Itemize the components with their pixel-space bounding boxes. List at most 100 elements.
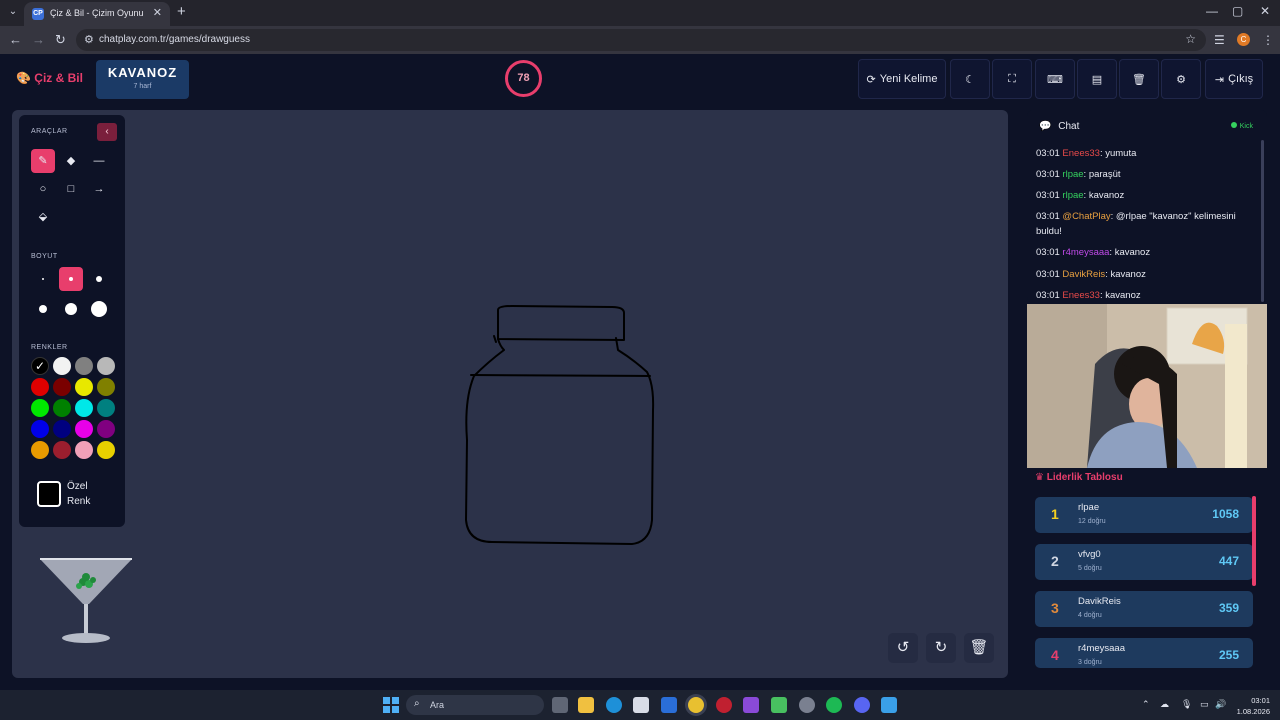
- color-swatch[interactable]: [53, 399, 71, 417]
- clock-time: 03:01: [1251, 696, 1270, 705]
- file-explorer-icon[interactable]: [578, 697, 594, 713]
- clear-canvas-button[interactable]: 🗑: [964, 633, 994, 663]
- size-xxl[interactable]: [87, 297, 111, 321]
- message-user[interactable]: DavikReis: [1062, 269, 1105, 280]
- leaderboard-row[interactable]: 1 rlpae 12 doğru 1058: [1035, 497, 1253, 533]
- color-swatch[interactable]: [75, 399, 93, 417]
- size-m[interactable]: [87, 267, 111, 291]
- message-user[interactable]: Enees33: [1062, 148, 1100, 159]
- drawing-canvas[interactable]: [12, 110, 1008, 678]
- edge-icon[interactable]: [606, 697, 622, 713]
- app-gray-icon[interactable]: [799, 697, 815, 713]
- color-swatch[interactable]: [75, 357, 93, 375]
- profile-avatar[interactable]: C: [1237, 33, 1250, 46]
- rectangle-tool[interactable]: □: [59, 177, 83, 201]
- size-xs[interactable]: [31, 267, 55, 291]
- volume-icon[interactable]: 🔊: [1215, 699, 1226, 710]
- color-swatch[interactable]: ✓: [31, 357, 49, 375]
- color-swatch[interactable]: [75, 378, 93, 396]
- word-hint: 7 harf: [133, 83, 152, 90]
- color-swatch[interactable]: [75, 441, 93, 459]
- url-field[interactable]: ⚙ chatplay.com.tr/games/drawguess ☆: [76, 29, 1206, 51]
- color-swatch[interactable]: [53, 441, 71, 459]
- color-swatch[interactable]: [75, 420, 93, 438]
- message-user[interactable]: rlpae: [1062, 169, 1083, 180]
- color-swatch[interactable]: [31, 420, 49, 438]
- forward-icon[interactable]: →: [32, 32, 45, 47]
- size-s[interactable]: [59, 267, 83, 291]
- logout-button[interactable]: ⇥ Çıkış: [1205, 59, 1263, 99]
- site-info-icon[interactable]: ⚙: [84, 33, 94, 46]
- keyboard-button[interactable]: ⌨: [1035, 59, 1075, 99]
- color-swatch[interactable]: [53, 378, 71, 396]
- fullscreen-button[interactable]: ⛶: [992, 59, 1032, 99]
- color-swatch[interactable]: [97, 357, 115, 375]
- theme-toggle-button[interactable]: ☾: [950, 59, 990, 99]
- arrow-tool[interactable]: →: [87, 177, 111, 201]
- message-user[interactable]: Enees33: [1062, 290, 1100, 301]
- leaderboard-row[interactable]: 2 vfvg0 5 doğru 447: [1035, 544, 1253, 580]
- color-swatch[interactable]: [53, 357, 71, 375]
- leaderboard-row[interactable]: 4 r4meysaaa 3 doğru 255: [1035, 638, 1253, 668]
- discord-icon[interactable]: [854, 697, 870, 713]
- undo-button[interactable]: ↺: [888, 633, 918, 663]
- reload-icon[interactable]: ↻: [55, 32, 66, 48]
- size-xl[interactable]: [59, 297, 83, 321]
- color-swatch[interactable]: [53, 420, 71, 438]
- chrome-icon[interactable]: [688, 697, 704, 713]
- store-icon[interactable]: [633, 697, 649, 713]
- redo-button[interactable]: ↻: [926, 633, 956, 663]
- app-red-icon[interactable]: [716, 697, 732, 713]
- microphone-icon[interactable]: 🎙: [1181, 699, 1192, 710]
- color-swatch[interactable]: [31, 378, 49, 396]
- color-swatch[interactable]: [31, 399, 49, 417]
- back-icon[interactable]: ←: [9, 32, 22, 47]
- app-green-icon[interactable]: [771, 697, 787, 713]
- chat-scrollbar[interactable]: [1261, 140, 1264, 302]
- leaderboard-scrollbar[interactable]: [1252, 496, 1256, 586]
- tray-chevron-icon[interactable]: ⌃: [1142, 699, 1150, 710]
- mail-icon[interactable]: [661, 697, 677, 713]
- color-swatch[interactable]: [97, 441, 115, 459]
- bookmark-star-icon[interactable]: ☆: [1185, 32, 1196, 46]
- leaderboard-row[interactable]: 3 DavikReis 4 doğru 359: [1035, 591, 1253, 627]
- custom-color-button[interactable]: [37, 481, 61, 507]
- size-l[interactable]: [31, 297, 55, 321]
- pencil-tool[interactable]: ✎: [31, 149, 55, 173]
- browser-menu-icon[interactable]: ⋮: [1262, 33, 1274, 47]
- minimize-icon[interactable]: —: [1206, 4, 1218, 18]
- new-tab-icon[interactable]: +: [177, 3, 186, 20]
- maximize-icon[interactable]: ▢: [1232, 4, 1243, 18]
- onedrive-icon[interactable]: ☁: [1160, 699, 1169, 710]
- close-tab-icon[interactable]: ✕: [153, 6, 162, 19]
- close-window-icon[interactable]: ✕: [1260, 4, 1270, 18]
- clapper-icon[interactable]: [743, 697, 759, 713]
- eraser-tool[interactable]: ◆: [59, 149, 83, 173]
- windows-start-icon[interactable]: [383, 697, 399, 713]
- new-word-button[interactable]: ⟳ Yeni Kelime: [858, 59, 946, 99]
- delete-button[interactable]: 🗑: [1119, 59, 1159, 99]
- app-blue-icon[interactable]: [881, 697, 897, 713]
- color-swatch[interactable]: [31, 441, 49, 459]
- line-tool[interactable]: —: [87, 149, 111, 173]
- archive-button[interactable]: ▤: [1077, 59, 1117, 99]
- taskbar-clock[interactable]: 03:01 1.08.2026: [1232, 695, 1270, 717]
- circle-tool[interactable]: ○: [31, 177, 55, 201]
- app-logo[interactable]: 🎨 Çiz & Bil: [16, 71, 83, 85]
- taskbar-search[interactable]: ⌕ Ara: [406, 695, 544, 715]
- browser-tab[interactable]: CP Çiz & Bil - Çizim Oyunu ✕: [24, 2, 170, 26]
- extensions-icon[interactable]: ☰: [1214, 33, 1225, 47]
- settings-button[interactable]: ⚙: [1161, 59, 1201, 99]
- spotify-icon[interactable]: [826, 697, 842, 713]
- network-icon[interactable]: ▭: [1200, 699, 1209, 710]
- fill-tool[interactable]: ⬙: [31, 205, 55, 229]
- message-user[interactable]: rlpae: [1062, 190, 1083, 201]
- color-swatch[interactable]: [97, 420, 115, 438]
- color-swatch[interactable]: [97, 399, 115, 417]
- tab-list-icon[interactable]: ⌄: [6, 5, 20, 19]
- message-user[interactable]: @ChatPlay: [1062, 211, 1110, 222]
- message-user[interactable]: r4meysaaa: [1062, 247, 1109, 258]
- task-view-icon[interactable]: [552, 697, 568, 713]
- color-swatch[interactable]: [97, 378, 115, 396]
- collapse-panel-button[interactable]: ‹: [97, 123, 117, 141]
